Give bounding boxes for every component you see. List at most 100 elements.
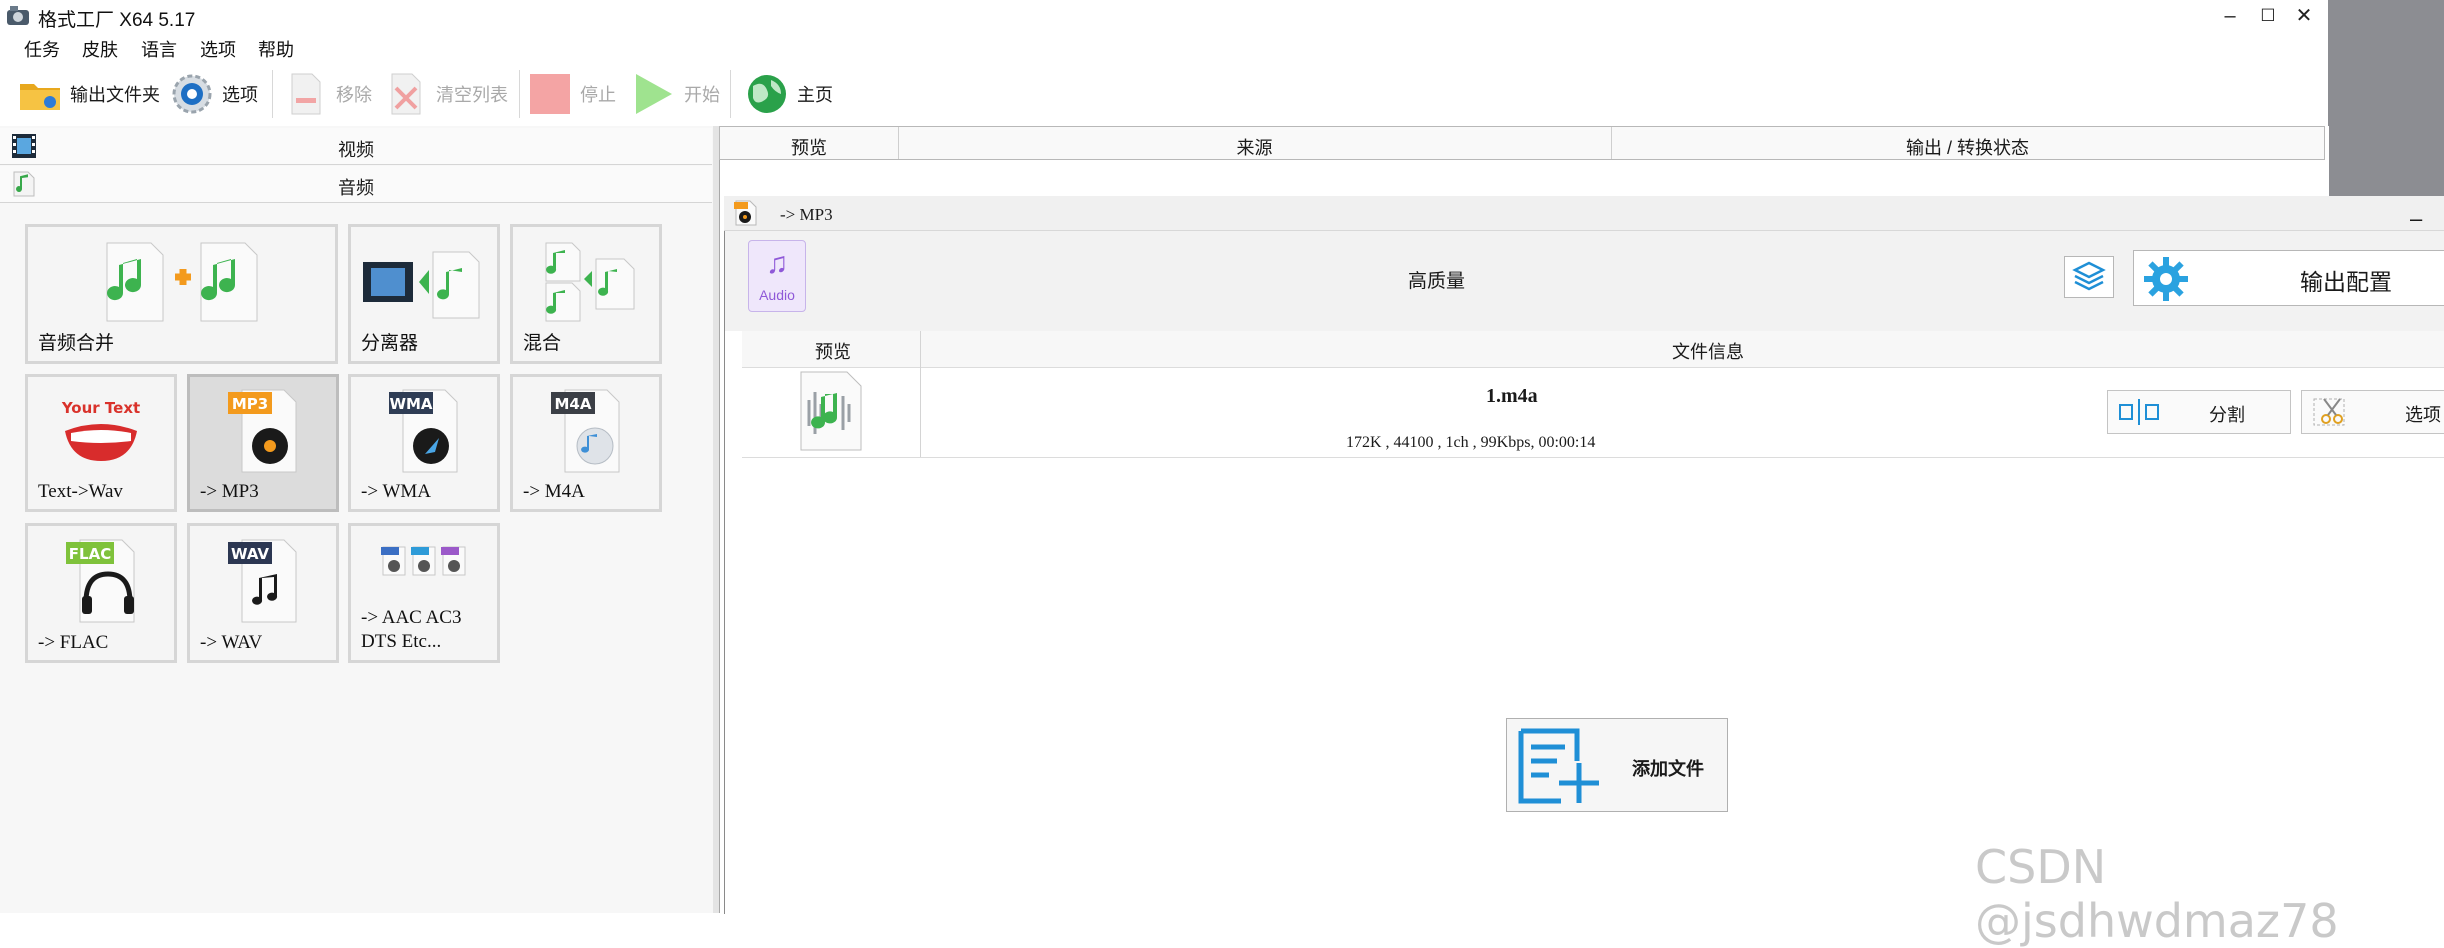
split-icon bbox=[2119, 399, 2159, 425]
dialog-minimize-button[interactable]: – bbox=[2410, 206, 2422, 232]
tile-aac-ac3-dts[interactable]: -> AAC AC3 DTS Etc... bbox=[348, 523, 500, 663]
layers-button[interactable] bbox=[2064, 256, 2114, 298]
window-title: 格式工厂 X64 5.17 bbox=[38, 10, 196, 31]
audio-format-badge: ♫ Audio bbox=[748, 240, 806, 312]
home-button[interactable]: 主页 bbox=[745, 70, 833, 118]
file-options-label: 选项 bbox=[2405, 405, 2441, 425]
category-audio-label: 音频 bbox=[338, 178, 374, 198]
category-video[interactable]: 视频 bbox=[0, 128, 712, 165]
output-folder-button[interactable]: 输出文件夹 bbox=[18, 70, 160, 118]
app-logo-icon bbox=[6, 5, 30, 27]
remove-button[interactable]: 移除 bbox=[284, 70, 372, 118]
start-button[interactable]: 开始 bbox=[632, 70, 720, 118]
category-audio[interactable]: 音频 bbox=[0, 166, 712, 203]
file-header-preview: 预览 bbox=[815, 342, 851, 362]
gear-icon bbox=[170, 72, 214, 116]
m4a-badge: M4A bbox=[555, 395, 592, 413]
tile-wav-label: -> WAV bbox=[200, 632, 263, 653]
quality-selector[interactable]: 高质量 bbox=[1408, 266, 1465, 293]
clear-list-button[interactable]: 清空列表 bbox=[384, 70, 508, 118]
tile-m4a[interactable]: M4A -> M4A bbox=[510, 374, 662, 512]
split-button[interactable] bbox=[2107, 390, 2291, 434]
stop-icon bbox=[528, 72, 572, 116]
tile-wav[interactable]: WAV -> WAV bbox=[187, 523, 339, 663]
layers-icon bbox=[2072, 261, 2106, 291]
clear-list-icon bbox=[384, 72, 428, 116]
wma-badge: WMA bbox=[389, 395, 432, 413]
menu-language[interactable]: 语言 bbox=[141, 36, 177, 62]
header-source: 来源 bbox=[1236, 138, 1273, 158]
scissors-icon bbox=[2313, 398, 2345, 426]
add-file-label: 添加文件 bbox=[1632, 759, 1704, 779]
aac-ac3-dts-icon bbox=[351, 532, 497, 590]
title-bar bbox=[0, 0, 2328, 34]
folder-icon bbox=[18, 72, 62, 116]
menu-skin[interactable]: 皮肤 bbox=[82, 36, 118, 62]
splitter-icon bbox=[351, 233, 497, 331]
flac-icon: FLAC bbox=[28, 532, 174, 630]
toolbar-separator bbox=[272, 70, 273, 118]
home-label: 主页 bbox=[797, 85, 833, 105]
task-list-header: 预览 来源 输出 / 转换状态 bbox=[719, 126, 2325, 160]
file-header-divider bbox=[920, 331, 921, 367]
tile-text-to-wav[interactable]: Your Text Text->Wav bbox=[25, 374, 177, 512]
wav-badge: WAV bbox=[231, 545, 269, 563]
output-folder-label: 输出文件夹 bbox=[70, 85, 160, 105]
settings-gear-icon bbox=[2144, 257, 2188, 301]
play-icon bbox=[632, 72, 676, 116]
menu-task[interactable]: 任务 bbox=[24, 36, 60, 62]
menu-bar bbox=[0, 34, 2328, 64]
tile-m4a-label: -> M4A bbox=[523, 481, 585, 502]
mix-icon bbox=[513, 233, 659, 331]
watermark: CSDN @jsdhwdmaz78 bbox=[1975, 840, 2339, 948]
minimize-button[interactable]: – bbox=[2216, 2, 2244, 30]
tile-wma[interactable]: WMA -> WMA bbox=[348, 374, 500, 512]
mp3-icon: MP3 bbox=[190, 383, 336, 479]
audio-merge-icon bbox=[28, 233, 335, 331]
text-to-wav-icon: Your Text bbox=[28, 383, 174, 479]
tile-splitter[interactable]: 分离器 bbox=[348, 224, 500, 364]
file-name: 1.m4a bbox=[1486, 385, 1538, 407]
header-output-status: 输出 / 转换状态 bbox=[1905, 138, 2029, 158]
tile-mp3-label: -> MP3 bbox=[200, 481, 259, 502]
tile-audio-merge[interactable]: 音频合并 bbox=[25, 224, 338, 364]
tile-aac-ac3-dts-label: -> AAC AC3 DTS Etc... bbox=[361, 607, 462, 652]
tile-text-to-wav-label: Text->Wav bbox=[38, 481, 123, 502]
tile-mix[interactable]: 混合 bbox=[510, 224, 662, 364]
wav-icon: WAV bbox=[190, 532, 336, 630]
dialog-title: -> MP3 bbox=[780, 205, 833, 224]
file-table-header bbox=[742, 331, 2444, 368]
toolbar-separator bbox=[519, 70, 520, 118]
menu-help[interactable]: 帮助 bbox=[258, 36, 294, 62]
m4a-icon: M4A bbox=[513, 383, 659, 479]
tile-splitter-label: 分离器 bbox=[361, 333, 419, 354]
tile-flac[interactable]: FLAC -> FLAC bbox=[25, 523, 177, 663]
toolbar-separator bbox=[730, 70, 731, 118]
file-meta: 172K , 44100 , 1ch , 99Kbps, 00:00:14 bbox=[1346, 434, 1596, 451]
mp3-badge: MP3 bbox=[232, 395, 268, 413]
split-label: 分割 bbox=[2209, 405, 2245, 425]
tile-flac-label: -> FLAC bbox=[38, 632, 109, 653]
category-video-label: 视频 bbox=[338, 140, 374, 160]
menu-options[interactable]: 选项 bbox=[200, 36, 236, 62]
tile-mix-label: 混合 bbox=[523, 333, 562, 354]
file-header-info: 文件信息 bbox=[1672, 342, 1744, 362]
close-button[interactable]: ✕ bbox=[2290, 2, 2318, 30]
maximize-button[interactable]: ☐ bbox=[2254, 2, 2282, 30]
file-row-divider bbox=[920, 367, 921, 457]
output-config-label: 输出配置 bbox=[2300, 269, 2392, 295]
audio-file-thumbnail-icon bbox=[795, 370, 867, 452]
stop-button[interactable]: 停止 bbox=[528, 70, 616, 118]
add-file-icon bbox=[1518, 728, 1599, 804]
tile-wma-label: -> WMA bbox=[361, 481, 431, 502]
tile-mp3[interactable]: MP3 -> MP3 bbox=[187, 374, 339, 512]
dialog-title-bar bbox=[724, 196, 2444, 231]
wma-icon: WMA bbox=[351, 383, 497, 479]
remove-label: 移除 bbox=[336, 85, 372, 105]
options-button[interactable]: 选项 bbox=[170, 70, 258, 118]
stop-label: 停止 bbox=[580, 85, 616, 105]
text-to-wav-art-text: Your Text bbox=[61, 399, 140, 417]
audio-badge-label: Audio bbox=[759, 287, 795, 303]
tile-audio-merge-label: 音频合并 bbox=[38, 333, 115, 354]
output-config-button[interactable] bbox=[2133, 250, 2444, 306]
